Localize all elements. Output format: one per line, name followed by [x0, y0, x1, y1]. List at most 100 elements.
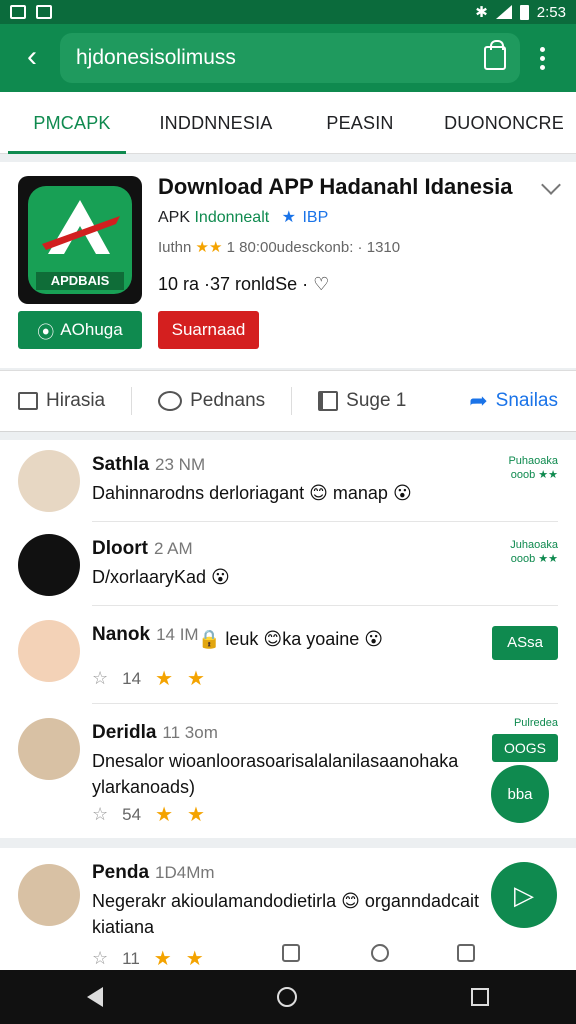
tab-pmcapk[interactable]: PMCAPK [0, 92, 144, 154]
notification-icon [10, 5, 26, 19]
item-text: 🔒 leuk 😊ka yoaine 😮 [198, 629, 384, 649]
item-name: Sathla [92, 454, 150, 475]
nav-home-icon[interactable] [277, 987, 297, 1007]
list-item[interactable]: Deridla 11 3om Dnesalor wioanloorasoarisa… [0, 706, 576, 838]
avatar[interactable] [18, 534, 80, 596]
item-name: Nanok [92, 624, 151, 645]
status-bar: ✱ 2:53 [0, 0, 576, 24]
list-item[interactable]: Nanok 14 IM 🔒 leuk 😊ka yoaine 😮 ASsa ☆ 14… [0, 608, 576, 704]
star-outline-icon[interactable]: ☆ [92, 804, 108, 825]
installs-text: 10 ra ·37 ronldSe · ♡ [158, 274, 330, 294]
app-icon: APDBAIS [18, 176, 142, 304]
bag-icon[interactable] [484, 40, 506, 70]
item-count: 54 [122, 804, 142, 824]
item-text: D/xorlaaryKad 😮 [92, 567, 230, 587]
item-text: Dnesalor wioanloorasoarisalalanilasaanoh… [92, 751, 459, 797]
mini-button[interactable]: OOGS [492, 734, 558, 762]
image-icon [36, 5, 52, 19]
info-icon[interactable] [282, 944, 300, 962]
action-label: Hirasia [46, 390, 106, 411]
comment-list: Sathla 23 NM Dahinnarodns derloriagant 😊 … [0, 440, 576, 838]
status-time: 2:53 [536, 3, 566, 21]
search-box[interactable]: hjdonesisolimuss [60, 33, 520, 83]
rating-meta: Iuthn ★★ 1 80:00udesckonb: · 1310 [158, 238, 400, 256]
mini-button[interactable]: ASsa [492, 626, 558, 660]
secondary-button[interactable]: Suarnaad [158, 311, 259, 349]
avatar[interactable] [18, 620, 80, 682]
side-note: Juhaoaka ooob ★★ [510, 538, 558, 566]
avatar[interactable] [18, 864, 80, 926]
developer-prefix: APK [158, 209, 191, 226]
rating-prefix: Iuthn [158, 239, 192, 256]
primary-button-label: AOhuga [60, 320, 123, 339]
shield-icon: ⦿ [37, 322, 55, 342]
action-suge[interactable]: Suge 1 [318, 390, 406, 412]
side-note: Puhaoaka ooob ★★ [508, 454, 558, 482]
nav-back-icon[interactable] [87, 987, 103, 1007]
item-time: 23 NM [155, 455, 206, 474]
star-icon: ★ [155, 668, 173, 690]
more-icon[interactable] [532, 46, 552, 70]
divider [92, 703, 558, 704]
bottom-toolbar [0, 940, 576, 970]
rating-stars: ★★ [195, 239, 223, 256]
app-bar: ‹ hjdonesisolimuss [0, 24, 576, 92]
tab-peasin[interactable]: PEASIN [288, 92, 432, 154]
list-item[interactable]: Dloort 2 AM D/xorlaaryKad 😮 Juhaoaka ooob … [0, 524, 576, 606]
tab-duononcre[interactable]: DUONONCRE [432, 92, 576, 154]
star-icon: ★ [155, 804, 173, 826]
app-card: APDBAIS Download APP Hadanahl Idanesia A… [0, 162, 576, 368]
divider [291, 387, 293, 415]
app-icon-label: APDBAIS [51, 273, 110, 288]
star-icon: ★ [187, 804, 205, 826]
divider [92, 521, 558, 522]
avatar[interactable] [18, 718, 80, 780]
divider [131, 387, 133, 415]
book-icon [318, 391, 339, 411]
action-bar: Hirasia Pednans Suge 1 ➦ Snailas [0, 370, 576, 432]
side-note-stars: ooob ★★ [510, 469, 558, 481]
bluetooth-icon: ✱ [475, 4, 488, 21]
star-outline-icon[interactable]: ☆ [92, 668, 108, 689]
fab-small[interactable]: bba [491, 765, 549, 823]
action-label: Snailas [495, 390, 558, 411]
item-time: 2 AM [153, 539, 193, 558]
search-query[interactable]: hjdonesisolimuss [76, 46, 484, 70]
back-icon[interactable]: ‹ [14, 40, 50, 76]
developer-badge: IBP [302, 209, 329, 226]
comment-icon [158, 391, 183, 411]
expand-icon[interactable] [541, 175, 561, 195]
chevron-down-icon[interactable] [371, 944, 389, 962]
developer-star-icon: ★ [281, 209, 296, 226]
rating-text: 1 80:00udesckonb: · 1310 [226, 239, 401, 256]
side-note-label: Pulredea [513, 717, 558, 729]
list-item[interactable]: Sathla 23 NM Dahinnarodns derloriagant 😊 … [0, 440, 576, 522]
upload-icon[interactable] [457, 944, 475, 962]
box-icon [18, 392, 38, 410]
action-pednans[interactable]: Pednans [158, 390, 265, 412]
share-icon: ➦ [469, 388, 488, 413]
item-time: 14 IM [156, 625, 199, 644]
item-text: Dahinnarodns derloriagant 😊 manap 😮 [92, 483, 412, 503]
developer-name[interactable]: Indonnealt [194, 209, 269, 226]
system-nav-bar [0, 970, 576, 1024]
app-title: Download APP Hadanahl Idanesia [158, 174, 513, 199]
tab-bar: PMCAPK INDDNNESIA PEASIN DUONONCRE [0, 92, 576, 154]
play-icon[interactable]: ▷ [491, 862, 557, 928]
side-note-label: Puhaoaka [508, 455, 558, 467]
star-icon: ★ [187, 668, 205, 690]
avatar[interactable] [18, 450, 80, 512]
side-note-label: Juhaoaka [510, 539, 558, 551]
tab-inddnnesia[interactable]: INDDNNESIA [144, 92, 288, 154]
primary-button[interactable]: ⦿ AOhuga [18, 311, 142, 349]
action-hirasia[interactable]: Hirasia [18, 390, 105, 412]
item-time: 11 3om [162, 723, 218, 742]
battery-icon [519, 4, 529, 20]
item-count: 14 [122, 668, 142, 688]
item-text: Negerakr akioulamandodietirla 😊 organnda… [92, 891, 479, 937]
item-name: Penda [92, 862, 150, 883]
action-share[interactable]: ➦ Snailas [469, 388, 558, 414]
item-name: Dloort [92, 538, 148, 559]
item-time: 1D4Mm [155, 863, 215, 882]
nav-recent-icon[interactable] [471, 988, 489, 1006]
